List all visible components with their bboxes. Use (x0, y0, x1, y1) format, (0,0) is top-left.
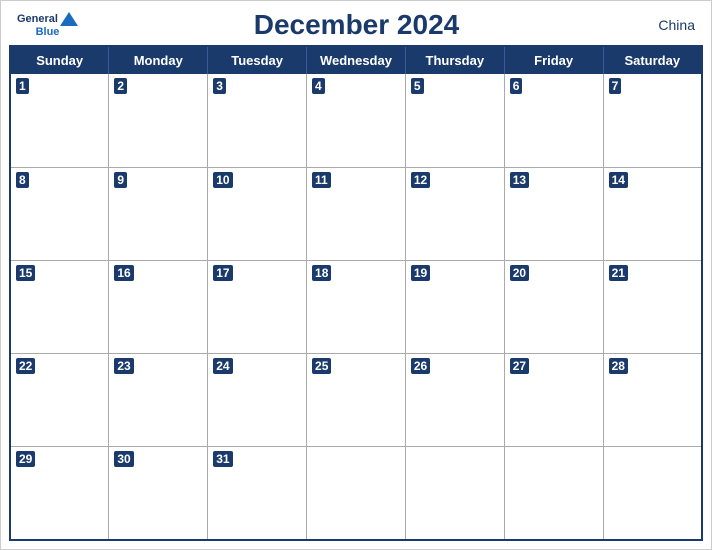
calendar-cell-w2-d3: 10 (208, 167, 307, 260)
calendar-cell-w4-d2: 23 (109, 354, 208, 447)
calendar-cell-w1-d1: 1 (10, 74, 109, 167)
calendar-cell-w5-d5 (405, 447, 504, 540)
country-label: China (635, 17, 695, 33)
day-number-20: 20 (510, 265, 529, 281)
day-number-17: 17 (213, 265, 232, 281)
calendar-cell-w4-d5: 26 (405, 354, 504, 447)
calendar-week-5: 29 30 31 (10, 447, 702, 540)
day-number-7: 7 (609, 78, 622, 94)
day-number-23: 23 (114, 358, 133, 374)
day-number-18: 18 (312, 265, 331, 281)
calendar-cell-w1-d6: 6 (504, 74, 603, 167)
logo-bird-icon (60, 12, 78, 26)
day-number-21: 21 (609, 265, 628, 281)
month-title: December 2024 (78, 9, 635, 41)
calendar-cell-w2-d2: 9 (109, 167, 208, 260)
calendar-week-3: 15 16 17 18 19 20 21 (10, 260, 702, 353)
calendar-cell-w1-d2: 2 (109, 74, 208, 167)
header-wednesday: Wednesday (307, 46, 406, 74)
day-number-28: 28 (609, 358, 628, 374)
calendar-cell-w1-d7: 7 (603, 74, 702, 167)
calendar-cell-w3-d6: 20 (504, 260, 603, 353)
calendar-cell-w2-d1: 8 (10, 167, 109, 260)
calendar-cell-w5-d4 (307, 447, 406, 540)
header-tuesday: Tuesday (208, 46, 307, 74)
calendar-cell-w2-d7: 14 (603, 167, 702, 260)
calendar-table: Sunday Monday Tuesday Wednesday Thursday… (9, 45, 703, 541)
day-number-2: 2 (114, 78, 127, 94)
day-number-11: 11 (312, 172, 331, 188)
day-number-8: 8 (16, 172, 29, 188)
day-number-14: 14 (609, 172, 628, 188)
calendar-cell-w5-d1: 29 (10, 447, 109, 540)
calendar-cell-w3-d5: 19 (405, 260, 504, 353)
calendar-cell-w3-d7: 21 (603, 260, 702, 353)
calendar-cell-w4-d6: 27 (504, 354, 603, 447)
calendar-cell-w4-d3: 24 (208, 354, 307, 447)
calendar-cell-w4-d7: 28 (603, 354, 702, 447)
day-number-9: 9 (114, 172, 127, 188)
calendar-cell-w1-d4: 4 (307, 74, 406, 167)
day-number-29: 29 (16, 451, 35, 467)
header-monday: Monday (109, 46, 208, 74)
day-number-1: 1 (16, 78, 29, 94)
calendar-wrapper: Sunday Monday Tuesday Wednesday Thursday… (1, 45, 711, 549)
calendar-cell-w1-d5: 5 (405, 74, 504, 167)
logo: General Blue (17, 12, 78, 38)
header-thursday: Thursday (405, 46, 504, 74)
day-number-6: 6 (510, 78, 523, 94)
day-number-26: 26 (411, 358, 430, 374)
calendar-cell-w3-d4: 18 (307, 260, 406, 353)
calendar-cell-w3-d3: 17 (208, 260, 307, 353)
calendar-week-1: 1 2 3 4 5 6 7 (10, 74, 702, 167)
calendar-cell-w4-d4: 25 (307, 354, 406, 447)
calendar-cell-w4-d1: 22 (10, 354, 109, 447)
logo-blue-text: Blue (36, 26, 60, 38)
calendar-cell-w5-d7 (603, 447, 702, 540)
calendar-cell-w1-d3: 3 (208, 74, 307, 167)
day-number-13: 13 (510, 172, 529, 188)
day-number-3: 3 (213, 78, 226, 94)
calendar-header: General Blue December 2024 China (1, 1, 711, 45)
day-number-5: 5 (411, 78, 424, 94)
day-number-27: 27 (510, 358, 529, 374)
header-sunday: Sunday (10, 46, 109, 74)
header-friday: Friday (504, 46, 603, 74)
calendar-cell-w5-d2: 30 (109, 447, 208, 540)
header-saturday: Saturday (603, 46, 702, 74)
calendar-body: 1234567891011121314151617181920212223242… (10, 74, 702, 540)
calendar-cell-w2-d4: 11 (307, 167, 406, 260)
day-number-4: 4 (312, 78, 325, 94)
calendar-week-4: 22 23 24 25 26 27 28 (10, 354, 702, 447)
weekday-header-row: Sunday Monday Tuesday Wednesday Thursday… (10, 46, 702, 74)
day-number-30: 30 (114, 451, 133, 467)
day-number-22: 22 (16, 358, 35, 374)
day-number-25: 25 (312, 358, 331, 374)
day-number-10: 10 (213, 172, 232, 188)
logo-general-text: General (17, 13, 58, 25)
day-number-24: 24 (213, 358, 232, 374)
day-number-16: 16 (114, 265, 133, 281)
calendar-cell-w2-d5: 12 (405, 167, 504, 260)
day-number-15: 15 (16, 265, 35, 281)
day-number-31: 31 (213, 451, 232, 467)
calendar-cell-w5-d3: 31 (208, 447, 307, 540)
calendar-cell-w3-d1: 15 (10, 260, 109, 353)
calendar-week-2: 8 9 10 11 12 13 14 (10, 167, 702, 260)
calendar-cell-w5-d6 (504, 447, 603, 540)
calendar-cell-w3-d2: 16 (109, 260, 208, 353)
day-number-19: 19 (411, 265, 430, 281)
calendar-cell-w2-d6: 13 (504, 167, 603, 260)
day-number-12: 12 (411, 172, 430, 188)
